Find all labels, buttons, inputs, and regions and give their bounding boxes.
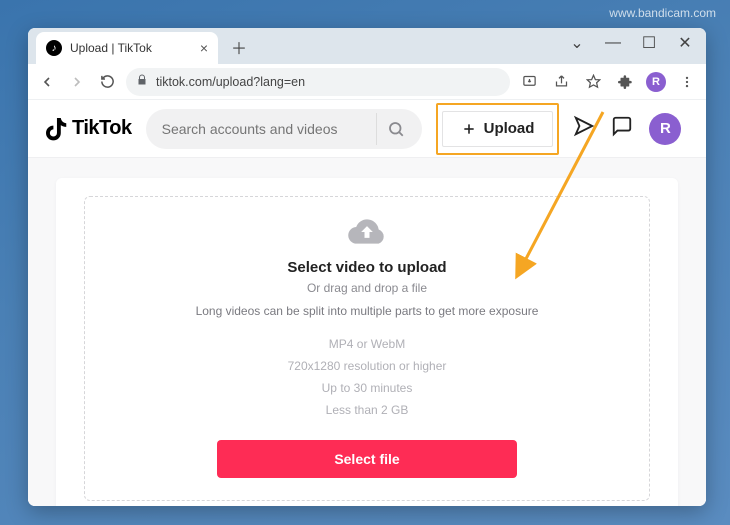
upload-button-label: Upload (484, 120, 535, 137)
dropzone-note: Long videos can be split into multiple p… (196, 304, 539, 318)
extensions-icon[interactable] (614, 71, 636, 93)
recorder-watermark: www.bandicam.com (609, 6, 716, 20)
tiktok-logo-text: TikTok (72, 117, 132, 140)
browser-tab-active[interactable]: ♪ Upload | TikTok × (36, 32, 218, 64)
spec-line: Up to 30 minutes (288, 381, 447, 395)
address-bar[interactable]: tiktok.com/upload?lang=en (126, 68, 510, 96)
window-maximize-icon[interactable]: ☐ (640, 33, 658, 53)
install-app-icon[interactable] (518, 71, 540, 93)
share-icon[interactable] (550, 71, 572, 93)
lock-icon (136, 74, 148, 89)
page-content: TikTok Upload R (28, 100, 706, 506)
upload-highlight: Upload (436, 103, 560, 155)
search-icon[interactable] (376, 113, 416, 145)
window-minimize-icon[interactable]: — (604, 34, 622, 52)
upload-dropzone[interactable]: Select video to upload Or drag and drop … (84, 196, 650, 501)
tiktok-note-icon (44, 116, 68, 142)
window-close-icon[interactable]: ✕ (676, 33, 694, 53)
plus-icon (461, 121, 477, 137)
window-chevron-icon[interactable]: ⌄ (568, 33, 586, 53)
profile-avatar-icon[interactable]: R (646, 72, 666, 92)
tiktok-logo[interactable]: TikTok (44, 116, 132, 142)
dropzone-subtitle: Or drag and drop a file (307, 281, 427, 295)
bookmark-star-icon[interactable] (582, 71, 604, 93)
upload-card: Select video to upload Or drag and drop … (56, 178, 678, 506)
url-text: tiktok.com/upload?lang=en (156, 75, 305, 89)
search-input[interactable] (162, 121, 376, 137)
nav-forward-button (66, 71, 88, 93)
dropzone-title: Select video to upload (287, 259, 446, 276)
tab-close-icon[interactable]: × (200, 40, 208, 56)
header-actions: R (573, 113, 681, 145)
inbox-icon[interactable] (611, 115, 633, 142)
nav-reload-button[interactable] (96, 71, 118, 93)
browser-tabstrip: ♪ Upload | TikTok × ＋ ⌄ — ☐ ✕ (28, 28, 706, 64)
upload-canvas: Select video to upload Or drag and drop … (28, 158, 706, 506)
user-avatar[interactable]: R (649, 113, 681, 145)
search-bar[interactable] (146, 109, 422, 149)
tiktok-header: TikTok Upload R (28, 100, 706, 158)
upload-specs: MP4 or WebM 720x1280 resolution or highe… (288, 337, 447, 417)
kebab-menu-icon[interactable] (676, 71, 698, 93)
cloud-upload-icon (347, 217, 387, 252)
tiktok-favicon-icon: ♪ (46, 40, 62, 56)
nav-back-button[interactable] (36, 71, 58, 93)
toolbar-right: R (518, 71, 698, 93)
upload-button[interactable]: Upload (442, 111, 554, 147)
send-plane-icon[interactable] (573, 115, 595, 142)
spec-line: Less than 2 GB (288, 403, 447, 417)
browser-toolbar: tiktok.com/upload?lang=en R (28, 64, 706, 100)
tab-title: Upload | TikTok (70, 41, 192, 55)
spec-line: MP4 or WebM (288, 337, 447, 351)
spec-line: 720x1280 resolution or higher (288, 359, 447, 373)
browser-window: ♪ Upload | TikTok × ＋ ⌄ — ☐ ✕ tiktok.com… (28, 28, 706, 506)
select-file-button[interactable]: Select file (217, 440, 517, 478)
new-tab-button[interactable]: ＋ (228, 36, 250, 58)
